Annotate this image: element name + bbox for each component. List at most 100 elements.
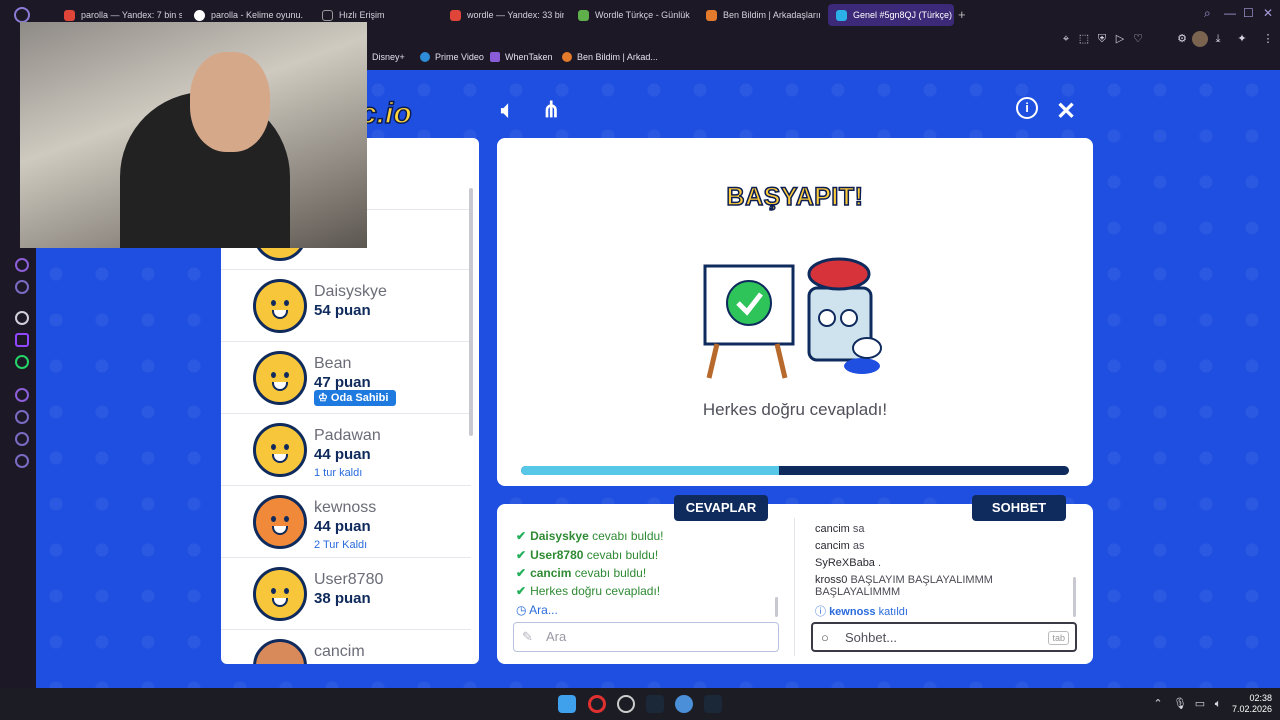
extensions-sidebar-icon[interactable]: [15, 432, 29, 446]
chat-input[interactable]: ○ Sohbet... tab: [811, 622, 1077, 652]
settings-icon[interactable]: [15, 454, 29, 468]
tab-wordle-yandex[interactable]: wordle — Yandex: 33 bin s: [450, 4, 564, 26]
bookmark-ben-bildim[interactable]: Ben Bildim | Arkad...: [562, 52, 658, 62]
player-score: 44 puan: [314, 446, 371, 463]
player-name: User8780: [314, 571, 384, 588]
webcam-overlay: [20, 22, 367, 248]
twitch-icon[interactable]: [15, 333, 29, 347]
chat-scrollbar[interactable]: [1073, 577, 1076, 617]
sidebar-app-icon[interactable]: [15, 258, 29, 272]
parolla-icon: [194, 9, 205, 21]
player-avatar: [253, 279, 307, 333]
game-icon: [836, 9, 847, 21]
chat-tab[interactable]: SOHBET: [972, 495, 1066, 521]
chatgpt-icon[interactable]: [15, 311, 29, 325]
grid-icon: [322, 9, 333, 21]
whatsapp-icon[interactable]: [15, 355, 29, 369]
share-icon[interactable]: ⋔: [542, 97, 560, 123]
tab-key-hint: tab: [1048, 631, 1069, 645]
waiting-status: ◷ Ara...: [516, 603, 558, 617]
pin-icon[interactable]: ⌖: [1058, 31, 1074, 47]
tab-game-room[interactable]: Genel #5gn8QJ (Türkçe) -: [828, 4, 954, 26]
search-icon: ○: [821, 630, 829, 645]
player-avatar: [253, 567, 307, 621]
shield-icon[interactable]: ⛨: [1094, 31, 1110, 47]
minimize-icon[interactable]: —: [1224, 6, 1236, 20]
steam-icon[interactable]: [646, 695, 664, 713]
room-owner-badge: ♔ Oda Sahibi: [314, 390, 397, 406]
result-message: Herkes doğru cevapladı!: [702, 400, 888, 419]
ai-icon[interactable]: ✦: [1234, 31, 1250, 47]
player-list-scrollbar[interactable]: [469, 188, 473, 436]
game-logo: c.io: [359, 96, 412, 131]
answers-scrollbar[interactable]: [775, 597, 778, 617]
clock[interactable]: 02:38 7.02.2026: [1228, 693, 1272, 715]
search-icon[interactable]: ⌕: [1204, 6, 1211, 21]
player-score: 38 puan: [314, 590, 371, 607]
answer-log-item: ✔ Daisyskye cevabı buldu!: [516, 529, 664, 543]
heart-icon[interactable]: ♡: [1130, 31, 1146, 47]
opera-sidebar-icon[interactable]: [15, 388, 29, 402]
player-card[interactable]: cancim: [221, 630, 471, 664]
extensions-icon[interactable]: ⚙: [1174, 31, 1190, 47]
close-icon[interactable]: ✕: [1056, 97, 1076, 126]
whentaken-icon: [490, 52, 500, 62]
bookmark-whentaken[interactable]: WhenTaken: [490, 52, 553, 62]
chat-message: cancim as: [815, 540, 865, 552]
steam-icon[interactable]: [704, 695, 722, 713]
rounds-left: 1 tur kaldı: [314, 467, 363, 479]
player-card[interactable]: Padawan 44 puan 1 tur kaldı: [221, 414, 471, 486]
taskbar: [0, 688, 1280, 720]
player-card[interactable]: User8780 38 puan: [221, 558, 471, 630]
bookmark-disney[interactable]: Disney+: [372, 52, 405, 62]
join-notice: ⓘ kewnoss katıldı: [815, 606, 908, 618]
benbildim-icon: [562, 52, 572, 62]
answer-log-item: ✔ cancim cevabı buldu!: [516, 566, 647, 580]
result-card: BAŞYAPIT! Herkes doğru cevapladı!: [497, 138, 1093, 486]
sound-icon[interactable]: 🔈︎: [501, 97, 514, 123]
answer-input[interactable]: ✎ Ara: [513, 622, 779, 652]
check-icon: ✔: [516, 584, 527, 598]
player-avatar: [253, 495, 307, 549]
app-taskbar-icon[interactable]: [675, 695, 693, 713]
result-title: BAŞYAPIT!: [726, 182, 864, 212]
player-icon[interactable]: ▷: [1112, 31, 1128, 47]
info-icon[interactable]: i: [1016, 97, 1038, 119]
close-window-icon[interactable]: ✕: [1263, 6, 1273, 20]
tab-ben-bildim[interactable]: Ben Bildim | Arkadaşlarınla: [706, 4, 820, 26]
clock-icon: ◷: [516, 603, 530, 617]
network-icon[interactable]: ▭: [1192, 696, 1208, 712]
sidebar-app-icon[interactable]: [15, 280, 29, 294]
chat-message: SyReXBaba .: [815, 557, 882, 569]
player-card[interactable]: Daisyskye 54 puan: [221, 270, 471, 342]
download-icon[interactable]: ⤓: [1210, 31, 1226, 47]
menu-icon[interactable]: ⋮: [1260, 31, 1276, 47]
player-name: Padawan: [314, 427, 381, 444]
maximize-icon[interactable]: ☐: [1243, 6, 1254, 20]
tab-wordle-turkce[interactable]: Wordle Türkçe - Günlük Ke: [578, 4, 690, 26]
player-avatar: [253, 351, 307, 405]
rounds-left: 2 Tur Kaldı: [314, 539, 368, 551]
opera-icon[interactable]: [14, 7, 30, 23]
prime-video-icon: [420, 52, 430, 62]
player-card[interactable]: Bean 47 puan ♔ Oda Sahibi: [221, 342, 471, 414]
history-icon[interactable]: [15, 410, 29, 424]
player-card[interactable]: kewnoss 44 puan 2 Tur Kaldı: [221, 486, 471, 558]
opera-taskbar-icon[interactable]: [588, 695, 606, 713]
volume-icon[interactable]: 🔈︎: [1210, 696, 1226, 712]
tray-chevron-icon[interactable]: ⌃: [1150, 696, 1166, 712]
wordle-icon: [578, 9, 589, 21]
app-taskbar-icon[interactable]: [617, 695, 635, 713]
new-tab-icon[interactable]: +: [958, 7, 966, 22]
check-icon: ✔: [516, 548, 527, 562]
windows-start-icon[interactable]: [558, 695, 576, 713]
snapshot-icon[interactable]: ⬚: [1076, 31, 1092, 47]
answers-tab[interactable]: CEVAPLAR: [674, 495, 768, 521]
player-name: Bean: [314, 355, 352, 372]
player-avatar: [253, 423, 307, 477]
pencil-icon: ✎: [522, 629, 533, 644]
profile-avatar[interactable]: [1192, 31, 1208, 47]
microphone-icon[interactable]: 🎙︎: [1172, 696, 1188, 712]
crown-icon: ♔: [318, 392, 331, 404]
bookmark-prime-video[interactable]: Prime Video: [420, 52, 484, 62]
